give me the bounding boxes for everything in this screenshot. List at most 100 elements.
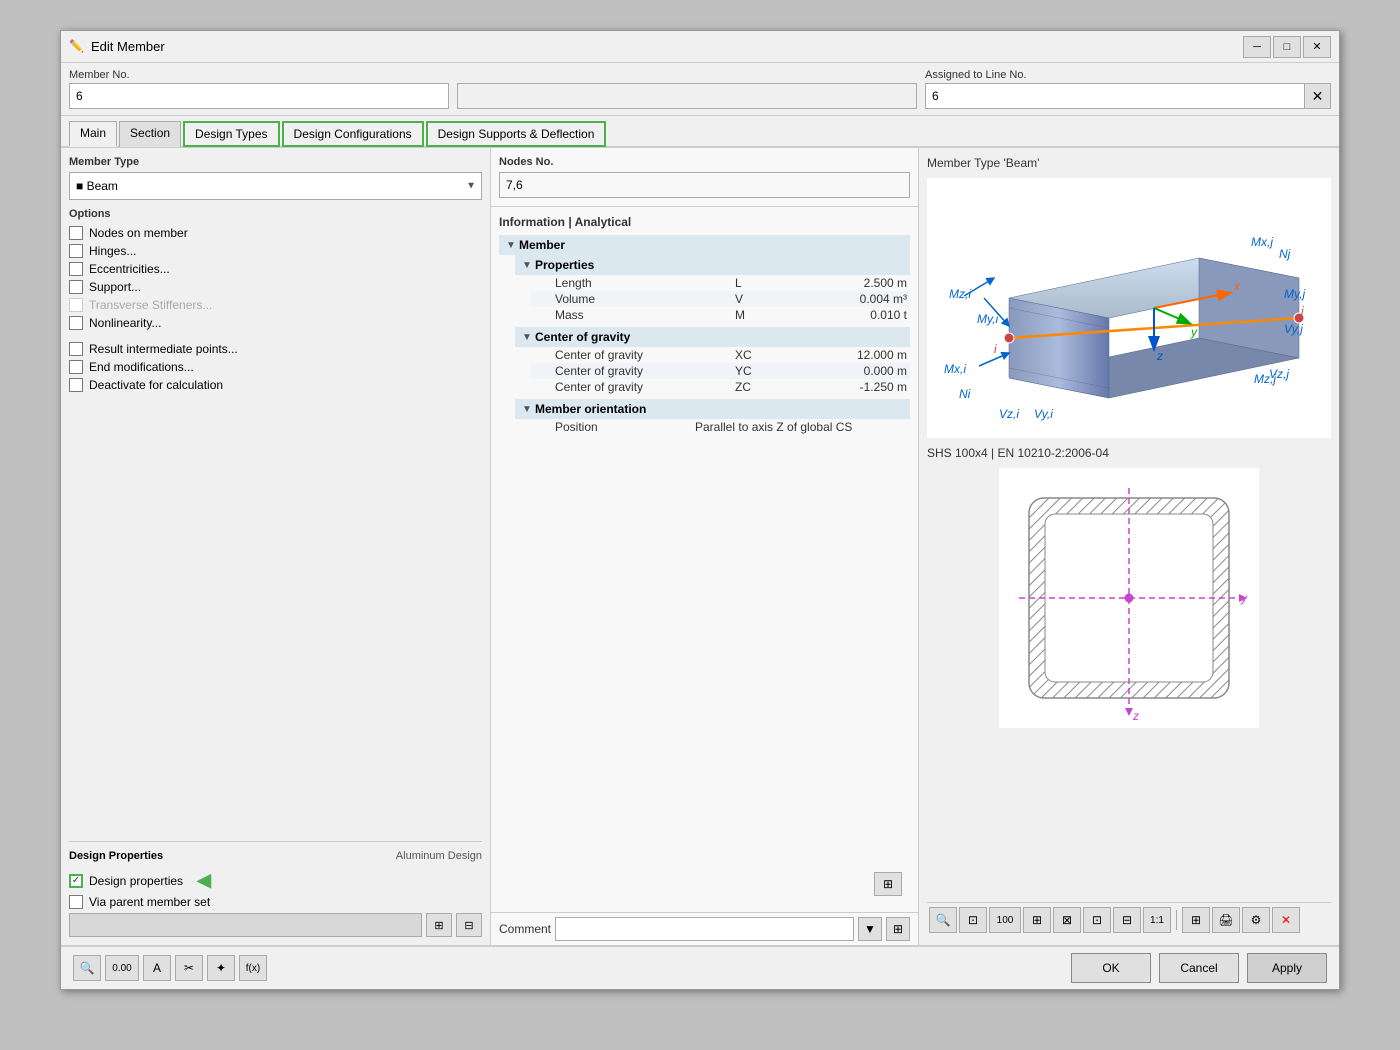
option-support[interactable]: Support... xyxy=(69,278,482,296)
tree-mass-symbol: M xyxy=(735,308,795,322)
section-label: SHS 100x4 | EN 10210-2:2006-04 xyxy=(927,446,1331,460)
checkbox-nonlinearity[interactable] xyxy=(69,316,83,330)
tab-design-types[interactable]: Design Types xyxy=(183,121,280,147)
assigned-input[interactable] xyxy=(925,83,1305,109)
tab-design-supports[interactable]: Design Supports & Deflection xyxy=(426,121,607,147)
tools-search-button[interactable]: 🔍 xyxy=(73,955,101,981)
apply-button[interactable]: Apply xyxy=(1247,953,1327,983)
tree-member: ▼ Member xyxy=(499,235,910,255)
svg-text:Vy,i: Vy,i xyxy=(1034,407,1053,421)
middle-wrapper: Information | Analytical ▼ Member ▼ xyxy=(491,207,918,912)
design-prop-button-1[interactable]: ⊞ xyxy=(426,913,452,937)
design-props-title: Design Properties xyxy=(69,850,163,862)
option-nonlinearity[interactable]: Nonlinearity... xyxy=(69,314,482,332)
checkbox-result-intermediate[interactable] xyxy=(69,342,83,356)
toolbar-settings-button[interactable]: ⚙ xyxy=(1242,907,1270,933)
checkbox-deactivate[interactable] xyxy=(69,378,83,392)
tree-position-label: Position xyxy=(535,420,655,434)
ok-button[interactable]: OK xyxy=(1071,953,1151,983)
option-deactivate[interactable]: Deactivate for calculation xyxy=(69,376,482,394)
tree-toggle-properties[interactable]: ▼ xyxy=(519,257,535,273)
toolbar-scale-button[interactable]: 1:1 xyxy=(1143,907,1171,933)
svg-text:x: x xyxy=(1233,279,1241,293)
toolbar-highlight-button[interactable]: ✕ xyxy=(1272,907,1300,933)
tools-value-button[interactable]: 0.00 xyxy=(105,955,139,981)
nodes-input[interactable] xyxy=(499,172,910,198)
tree-properties: ▼ Properties xyxy=(515,255,910,275)
checkbox-via-parent[interactable] xyxy=(69,895,83,909)
checkbox-nodes-on-member[interactable] xyxy=(69,226,83,240)
checkbox-end-modifications[interactable] xyxy=(69,360,83,374)
option-hinges[interactable]: Hinges... xyxy=(69,242,482,260)
assigned-pick-button[interactable]: ✕ xyxy=(1305,83,1331,109)
section-svg: y z xyxy=(999,468,1259,728)
assigned-group: Assigned to Line No. ✕ xyxy=(925,69,1331,109)
toolbar-print-button[interactable]: 🖨 xyxy=(1212,907,1240,933)
spacer xyxy=(69,402,482,833)
option-end-modifications[interactable]: End modifications... xyxy=(69,358,482,376)
tree-toggle-cog[interactable]: ▼ xyxy=(519,329,535,345)
comment-label: Comment xyxy=(499,922,551,936)
tree-toggle-member[interactable]: ▼ xyxy=(503,237,519,253)
tools-formula-button[interactable]: f(x) xyxy=(239,955,267,981)
svg-text:z: z xyxy=(1156,349,1163,363)
tree-length-symbol: L xyxy=(735,276,795,290)
toolbar-frame-button[interactable]: ⊡ xyxy=(959,907,987,933)
tree-length-value: 2.500 m xyxy=(795,276,915,290)
action-bar: 🔍 0.00 A ✂ ✦ f(x) OK Cancel Apply xyxy=(61,945,1339,989)
option-nodes-on-member[interactable]: Nodes on member xyxy=(69,224,482,242)
cancel-button[interactable]: Cancel xyxy=(1159,953,1239,983)
toolbar-view3-button[interactable]: ⊡ xyxy=(1083,907,1111,933)
checkbox-transverse-stiffeners xyxy=(69,298,83,312)
tree-yc-symbol: YC xyxy=(735,364,795,378)
tree-member-children: ▼ Properties Length L 2.500 m V xyxy=(499,255,910,435)
toolbar-view1-button[interactable]: ⊞ xyxy=(1023,907,1051,933)
toolbar-view4-button[interactable]: ⊟ xyxy=(1113,907,1141,933)
design-props-header: Design Properties Aluminum Design xyxy=(69,850,482,862)
minimize-button[interactable]: ─ xyxy=(1243,36,1271,58)
checkbox-support[interactable] xyxy=(69,280,83,294)
design-prop-value-input[interactable] xyxy=(69,913,422,937)
comment-action-button[interactable]: ⊞ xyxy=(886,917,910,941)
tab-main[interactable]: Main xyxy=(69,121,117,147)
maximize-button[interactable]: □ xyxy=(1273,36,1301,58)
comment-expand-button[interactable]: ▼ xyxy=(858,917,882,941)
checkbox-design-properties[interactable]: ✓ xyxy=(69,874,83,888)
tools-star-button[interactable]: ✦ xyxy=(207,955,235,981)
tree-toggle-orientation[interactable]: ▼ xyxy=(519,401,535,417)
member-type-section: Member Type ■ Beam ▼ xyxy=(69,156,482,200)
tree-orientation-children: Position Parallel to axis Z of global CS xyxy=(515,419,910,435)
tree-zc-value: -1.250 m xyxy=(795,380,915,394)
tree-properties-label: Properties xyxy=(535,258,594,272)
design-prop-button-2[interactable]: ⊟ xyxy=(456,913,482,937)
tree-cog-children: Center of gravity XC 12.000 m Center of … xyxy=(515,347,910,395)
comment-input[interactable] xyxy=(555,917,854,941)
checkbox-hinges[interactable] xyxy=(69,244,83,258)
svg-text:z: z xyxy=(1132,709,1139,723)
member-no-group: Member No. xyxy=(69,69,449,109)
member-no-input[interactable] xyxy=(69,83,449,109)
option-transverse-stiffeners: Transverse Stiffeners... xyxy=(69,296,482,314)
grid-view-button[interactable]: ⊞ xyxy=(874,872,902,896)
toolbar-grid-button[interactable]: ⊞ xyxy=(1182,907,1210,933)
tools-text-button[interactable]: A xyxy=(143,955,171,981)
option-eccentricities[interactable]: Eccentricities... xyxy=(69,260,482,278)
tabs-bar: Main Section Design Types Design Configu… xyxy=(61,116,1339,148)
toolbar-view2-button[interactable]: ⊠ xyxy=(1053,907,1081,933)
tree-volume-value: 0.004 m³ xyxy=(795,292,915,306)
tree-yc-value: 0.000 m xyxy=(795,364,915,378)
tree-row-zc: Center of gravity ZC -1.250 m xyxy=(531,379,910,395)
tab-design-configurations[interactable]: Design Configurations xyxy=(282,121,424,147)
member-type-dropdown[interactable]: ■ Beam xyxy=(69,172,482,200)
tools-cut-button[interactable]: ✂ xyxy=(175,955,203,981)
option-result-intermediate[interactable]: Result intermediate points... xyxy=(69,340,482,358)
close-button[interactable]: ✕ xyxy=(1303,36,1331,58)
via-parent-item: Via parent member set xyxy=(69,895,482,909)
checkbox-eccentricities[interactable] xyxy=(69,262,83,276)
member-type-dropdown-wrapper: ■ Beam ▼ xyxy=(69,172,482,200)
tree-yc-label: Center of gravity xyxy=(535,364,735,378)
toolbar-100-button[interactable]: 100 xyxy=(989,907,1021,933)
title-bar: ✏️ Edit Member ─ □ ✕ xyxy=(61,31,1339,63)
tab-section[interactable]: Section xyxy=(119,121,181,147)
toolbar-zoom-button[interactable]: 🔍 xyxy=(929,907,957,933)
